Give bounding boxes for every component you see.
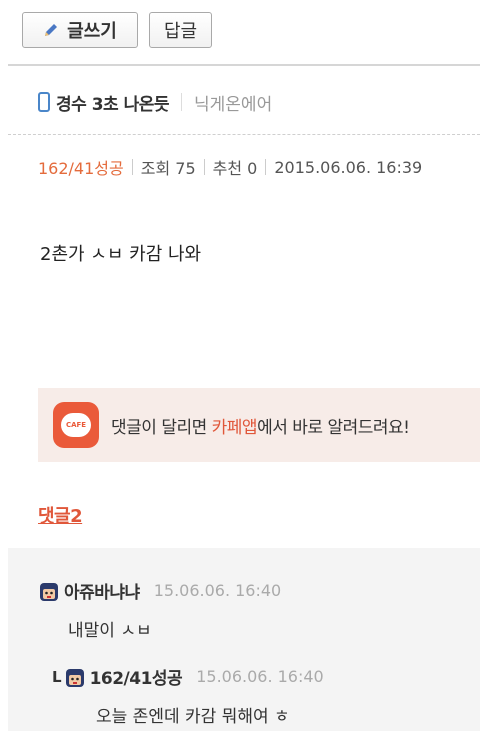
post-author[interactable]: 162/41성공 [38,155,124,179]
post-title-row: 경수 3초 나온듯 닉게온에어 [38,88,272,116]
cafe-app-icon: CAFE [53,402,99,448]
mobile-phone-icon [38,92,50,112]
banner-text-pre: 댓글이 달리면 [111,417,212,438]
avatar-icon [65,668,84,687]
reply-text: 오늘 존엔데 카감 뭐해여 ㅎ [96,707,290,727]
avatar-icon [40,582,58,601]
comment-author[interactable]: 아쥬바냐냐 [64,578,140,603]
cafe-icon-label: CAFE [61,413,91,437]
comment-time: 15.06.06. 16:40 [153,581,282,600]
post-nickname[interactable]: 닉게온에어 [194,90,272,115]
view-count: 조회 75 [140,159,196,178]
post-meta: 162/41성공 조회 75 추천 0 2015.06.06. 16:39 [38,154,422,180]
post-body: 2촌가 ㅅㅂ 카감 나와 [40,244,202,265]
divider [131,159,133,175]
reply-indicator: L [52,667,62,686]
pencil-icon [45,24,58,36]
post-toolbar: 글쓰기 답글 [0,0,480,64]
divider [8,64,480,66]
reply-time: 15.06.06. 16:40 [196,667,324,686]
write-button-label: 글쓰기 [67,21,117,42]
comments-section: 아쥬바냐냐 15.06.06. 16:40 내말이 ㅅㅂ L 162/41성공 … [8,548,480,731]
divider [181,93,183,111]
cafe-app-banner[interactable]: CAFE 댓글이 달리면 카페앱에서 바로 알려드려요! [38,388,480,462]
recommend-count: 추천 0 [212,159,258,178]
reply-button[interactable]: 답글 [149,12,212,48]
post-title: 경수 3초 나온듯 [56,94,170,115]
divider [203,159,205,175]
reply-header: L 162/41성공 15.06.06. 16:40 [52,664,324,689]
comment-text: 내말이 ㅅㅂ [68,621,152,641]
dashed-divider [8,134,480,135]
reply-button-label: 답글 [163,21,198,42]
comment-header: 아쥬바냐냐 15.06.06. 16:40 [38,578,281,603]
divider [265,159,267,175]
write-button[interactable]: 글쓰기 [22,12,138,48]
banner-text-post: 에서 바로 알려드려요! [257,417,410,438]
post-datetime: 2015.06.06. 16:39 [274,157,423,177]
comments-header-link[interactable]: 댓글2 [38,502,83,528]
banner-highlight: 카페앱 [211,417,258,438]
reply-author[interactable]: 162/41성공 [90,664,183,689]
banner-text: 댓글이 달리면 카페앱에서 바로 알려드려요! [111,413,410,438]
